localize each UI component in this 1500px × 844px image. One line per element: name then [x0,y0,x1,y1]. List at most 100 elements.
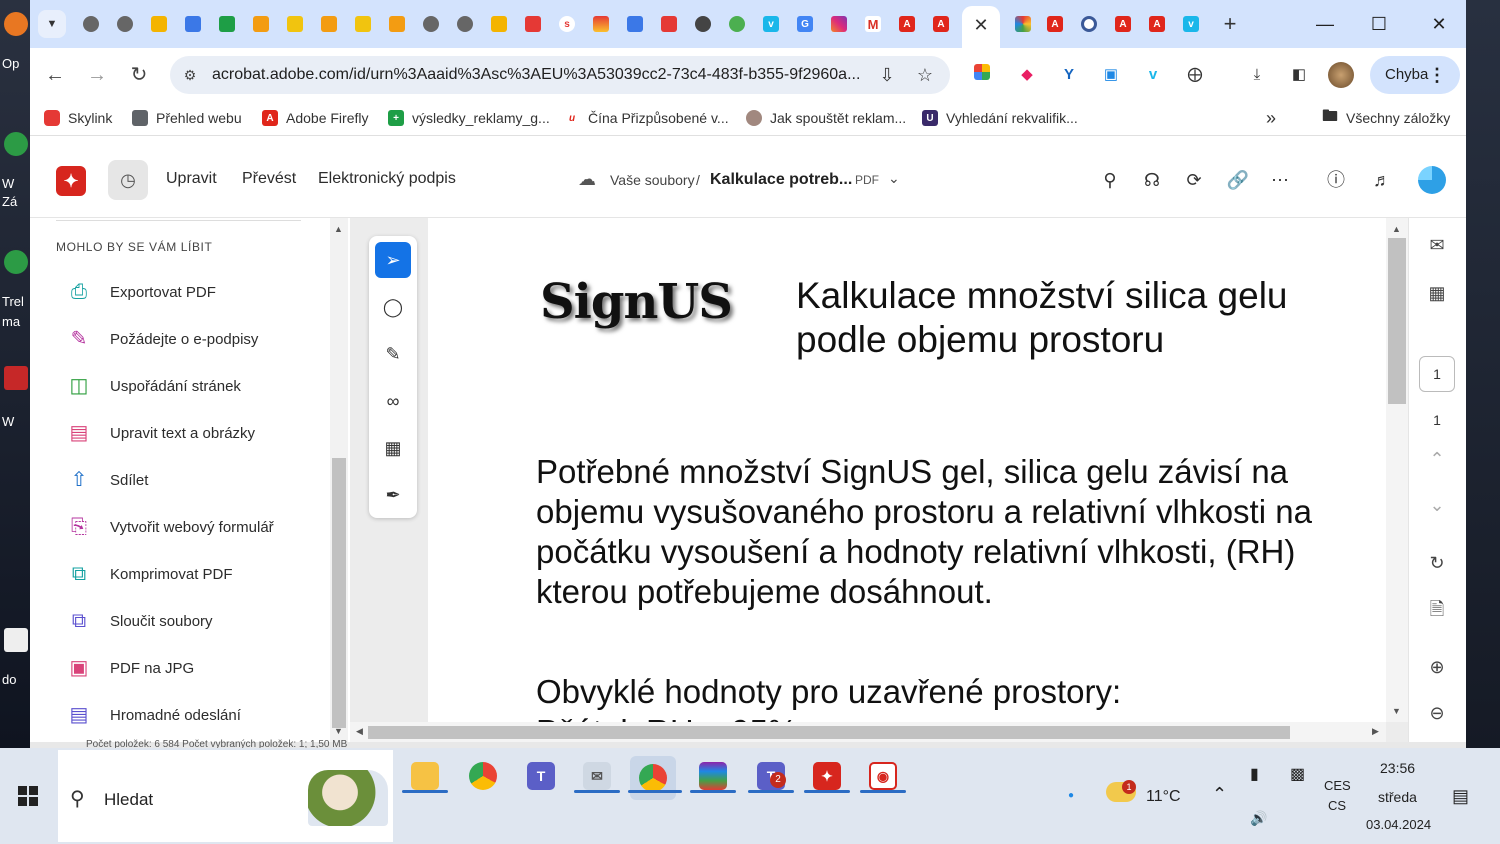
sidebar-item-export-pdf[interactable]: ⎙ Exportovat PDF [56,272,336,312]
tab[interactable]: G [788,10,822,38]
scroll-up-arrow[interactable]: ▲ [334,224,343,234]
tab[interactable] [244,10,278,38]
tab[interactable]: A [1038,10,1072,38]
tab[interactable] [584,10,618,38]
current-page-input[interactable]: 1 [1419,356,1455,392]
bookmark-vysledky-reklamy[interactable]: + výsledky_reklamy_g... [388,108,550,128]
user-avatar[interactable] [1418,166,1446,194]
taskbar-chrome-active[interactable] [630,756,676,800]
volume-icon[interactable]: 🔊 [1250,810,1267,827]
taskbar-teams[interactable]: T [518,756,564,796]
tab[interactable] [108,10,142,38]
notifications-bell-icon[interactable]: ♬ [1370,168,1394,192]
chevron-down-icon[interactable]: ⌄ [888,170,900,187]
sidebar-item-request-esign[interactable]: ✎ Požádejte o e-podpisy [56,319,336,359]
extensions-puzzle-icon[interactable]: ⨁ [1184,64,1206,86]
desktop-app-icon[interactable] [4,628,28,652]
scroll-left-arrow[interactable]: ◀ [356,726,363,737]
tray-overflow-chevron-icon[interactable]: ⌃ [1212,784,1227,805]
bookmark-prehled-webu[interactable]: Přehled webu [132,108,242,128]
side-panel-icon[interactable]: ◧ [1288,64,1310,86]
menu-upravit[interactable]: Upravit [166,170,217,188]
more-options-icon[interactable]: ⋯ [1268,168,1292,192]
scroll-down-arrow[interactable]: ▼ [334,726,343,736]
minimize-button[interactable]: — [1298,6,1352,42]
tab[interactable] [720,10,754,38]
sidebar-item-pdf-to-jpg[interactable]: ▣ PDF na JPG [56,648,336,688]
desktop-app-icon[interactable] [4,132,28,156]
sidebar-item-bulk-send[interactable]: ▤ Hromadné odeslání [56,695,336,735]
tab[interactable] [482,10,516,38]
tab[interactable]: v [1174,10,1208,38]
sidebar-item-edit-text[interactable]: ▤ Upravit text a obrázky [56,413,336,453]
tab[interactable] [278,10,312,38]
tab-active-close-button[interactable]: ✕ [962,6,1000,48]
taskbar-search-box[interactable]: ⚲ Hledat [58,750,393,842]
taskbar-chrome[interactable] [460,756,506,796]
tab-search-button[interactable]: ▼ [38,10,66,38]
tab[interactable] [618,10,652,38]
zoom-in-icon[interactable]: ⊕ [1424,654,1450,680]
tab[interactable] [176,10,210,38]
tab[interactable] [74,10,108,38]
desktop-app-icon[interactable] [4,250,28,274]
maximize-button[interactable]: ☐ [1352,6,1406,42]
y-ext-icon[interactable]: Y [1058,64,1080,86]
scroll-right-arrow[interactable]: ▶ [1372,726,1379,737]
link-icon[interactable]: 🔗 [1226,168,1250,192]
comment-tool-icon[interactable]: ◯ [375,289,411,325]
bookmark-jak-spoustet[interactable]: Jak spouštět reklam... [746,108,906,128]
site-settings-icon[interactable]: ⚙ [180,65,200,85]
page-up-chevron-icon[interactable]: ⌃ [1424,446,1450,472]
profile-avatar[interactable] [1328,62,1354,88]
acrobat-logo-icon[interactable]: ✦ [56,166,86,196]
tab[interactable]: v [754,10,788,38]
sign-tool-icon[interactable]: ✒ [375,477,411,513]
read-aloud-icon[interactable]: ☊ [1140,168,1164,192]
home-button[interactable]: ◷ [108,160,148,200]
tab[interactable] [686,10,720,38]
bookmark-adobe-firefly[interactable]: A Adobe Firefly [262,108,368,128]
color-ext-icon[interactable]: ◆ [1016,64,1038,86]
install-app-icon[interactable]: ⇩ [876,64,898,86]
text-tool-icon[interactable]: ▦ [375,430,411,466]
breadcrumb-your-files[interactable]: Vaše soubory [610,172,695,188]
help-icon[interactable]: ⓘ [1324,168,1348,192]
bookmarks-overflow-button[interactable]: » [1266,108,1276,128]
desktop-app-icon[interactable] [4,366,28,390]
close-window-button[interactable]: ✕ [1412,6,1466,42]
draw-tool-icon[interactable]: ∞ [375,383,411,419]
file-name[interactable]: Kalkulace potreb... [710,171,852,189]
address-bar[interactable]: ⚙ acrobat.adobe.com/id/urn%3Aaaid%3Asc%3… [170,56,950,94]
new-tab-button[interactable]: + [1216,10,1244,38]
highlight-tool-icon[interactable]: ✎ [375,336,411,372]
select-tool-icon[interactable]: ➢ [375,242,411,278]
reload-button[interactable]: ↻ [126,62,152,88]
url-text[interactable]: acrobat.adobe.com/id/urn%3Aaaid%3Asc%3AE… [212,66,862,84]
weather-temperature[interactable]: 11°C [1146,788,1181,806]
tab[interactable] [380,10,414,38]
forward-button[interactable]: → [84,62,110,88]
search-icon[interactable]: ⚲ [1098,168,1122,192]
battery-icon[interactable]: ▮ [1250,764,1259,784]
sidebar-item-combine-files[interactable]: ⧉ Sloučit soubory [56,601,336,641]
menu-prevest[interactable]: Převést [242,170,296,188]
tab[interactable] [1072,10,1106,38]
scroll-down-arrow[interactable]: ▼ [1392,706,1401,716]
thumbnails-grid-icon[interactable]: ▦ [1424,280,1450,306]
tab[interactable] [822,10,856,38]
downloads-icon[interactable]: ⤓ [1246,64,1268,86]
windows-start-button[interactable] [18,786,38,806]
clock-time[interactable]: 23:56 [1380,760,1415,776]
page-down-chevron-icon[interactable]: ⌄ [1424,492,1450,518]
sidebar-item-web-form[interactable]: ⎘ Vytvořit webový formulář [56,507,336,547]
tab[interactable]: A [924,10,958,38]
tab[interactable] [516,10,550,38]
tab[interactable] [210,10,244,38]
tray-small-icon[interactable]: ● [1068,790,1074,801]
tab[interactable]: A [890,10,924,38]
tab[interactable] [414,10,448,38]
scroll-up-arrow[interactable]: ▲ [1392,224,1401,234]
notification-center-icon[interactable]: ▤ [1452,786,1469,807]
all-bookmarks-button[interactable]: 🖿 Všechny záložky [1322,108,1450,128]
